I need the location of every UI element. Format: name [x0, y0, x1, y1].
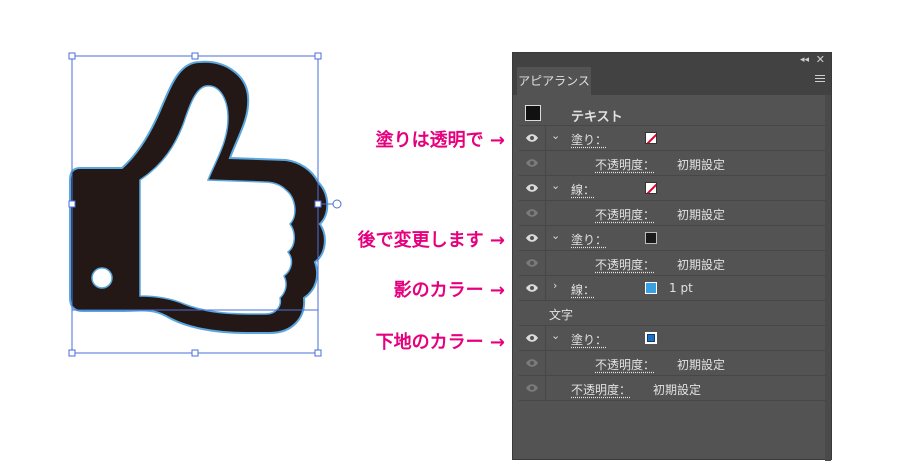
appearance-list: テキスト ⌄ 塗り： 不透明度： 初期設定 ⌄ 線： 不透明度： 初期設定 ⌄ … — [519, 101, 825, 401]
fill-swatch-none[interactable] — [645, 132, 657, 144]
opacity-value: 初期設定 — [677, 156, 725, 173]
selection-handle[interactable] — [69, 53, 75, 59]
eye-icon[interactable] — [526, 209, 538, 217]
fill-row-2[interactable]: ⌄ 塗り： — [519, 226, 825, 251]
opacity-label[interactable]: 不透明度： — [595, 206, 655, 223]
opacity-value: 初期設定 — [677, 206, 725, 223]
stroke-label[interactable]: 線： — [571, 281, 595, 298]
eye-icon[interactable] — [526, 359, 538, 367]
chevron-down-icon[interactable]: ⌄ — [551, 329, 560, 342]
eye-icon[interactable] — [526, 259, 538, 267]
close-icon[interactable]: ✕ — [816, 53, 825, 67]
selection-handle[interactable] — [69, 201, 75, 207]
eye-icon[interactable] — [526, 284, 538, 292]
opacity-value: 初期設定 — [677, 256, 725, 273]
fill-label[interactable]: 塗り： — [571, 331, 607, 348]
opacity-label[interactable]: 不透明度： — [595, 356, 655, 373]
characters-label: 文字 — [549, 306, 573, 323]
annotation-fill-transparent: 塗りは透明で → — [376, 126, 505, 152]
opacity-value: 初期設定 — [653, 381, 701, 398]
stroke-weight[interactable]: 1 pt — [669, 281, 693, 295]
annotation-change-later: 後で変更します → — [358, 226, 505, 252]
opacity-row[interactable]: 不透明度： 初期設定 — [519, 351, 825, 376]
opacity-label[interactable]: 不透明度： — [595, 156, 655, 173]
fill-swatch-blue[interactable] — [645, 332, 657, 344]
tab-appearance[interactable]: アピアランス — [517, 67, 591, 95]
selection-handle[interactable] — [69, 350, 75, 356]
fill-row-3[interactable]: ⌄ 塗り： — [519, 326, 825, 351]
stroke-swatch-none[interactable] — [645, 182, 657, 194]
stroke-label[interactable]: 線： — [571, 181, 595, 198]
hamburger-icon[interactable] — [815, 75, 825, 85]
selection-handle[interactable] — [192, 350, 198, 356]
object-row[interactable]: テキスト — [519, 101, 825, 126]
object-thumbnail — [525, 105, 541, 121]
opacity-label[interactable]: 不透明度： — [571, 381, 631, 398]
eye-icon[interactable] — [526, 234, 538, 242]
eye-icon[interactable] — [526, 134, 538, 142]
stroke-swatch-blue[interactable] — [645, 282, 657, 294]
stroke-row-1[interactable]: ⌄ 線： — [519, 176, 825, 201]
scrollbar[interactable] — [825, 95, 831, 461]
chevron-down-icon[interactable]: ⌄ — [551, 179, 560, 192]
fill-label[interactable]: 塗り： — [571, 131, 607, 148]
annotation-shadow-color: 影のカラー → — [394, 276, 505, 302]
object-opacity-row[interactable]: 不透明度： 初期設定 — [519, 376, 825, 401]
eye-icon[interactable] — [526, 184, 538, 192]
eye-icon[interactable] — [526, 334, 538, 342]
tab-bar: アピアランス — [513, 67, 831, 95]
selection-handle[interactable] — [192, 53, 198, 59]
double-chevron-icon[interactable]: ◂◂ — [800, 53, 809, 67]
eye-icon[interactable] — [526, 384, 538, 392]
panel-topbar: ◂◂ ✕ — [513, 53, 831, 67]
opacity-row[interactable]: 不透明度： 初期設定 — [519, 201, 825, 226]
stroke-row-2[interactable]: › 線： 1 pt — [519, 276, 825, 301]
opacity-row[interactable]: 不透明度： 初期設定 — [519, 151, 825, 176]
eye-icon[interactable] — [526, 159, 538, 167]
opacity-label[interactable]: 不透明度： — [595, 256, 655, 273]
fill-label[interactable]: 塗り： — [571, 231, 607, 248]
characters-row[interactable]: 文字 — [519, 301, 825, 326]
opacity-value: 初期設定 — [677, 356, 725, 373]
object-label: テキスト — [571, 106, 623, 125]
fill-swatch-black[interactable] — [645, 232, 657, 244]
chevron-right-icon[interactable]: › — [553, 279, 557, 292]
fill-row-1[interactable]: ⌄ 塗り： — [519, 126, 825, 151]
appearance-panel: ◂◂ ✕ アピアランス テキスト ⌄ 塗り： 不透明度： 初期設定 ⌄ 線： 不… — [512, 52, 832, 460]
annotation-base-color: 下地のカラー → — [376, 328, 505, 354]
annotations: 塗りは透明で → 後で変更します → 影のカラー → 下地のカラー → — [300, 0, 505, 460]
chevron-down-icon[interactable]: ⌄ — [551, 129, 560, 142]
chevron-down-icon[interactable]: ⌄ — [551, 229, 560, 242]
opacity-row[interactable]: 不透明度： 初期設定 — [519, 251, 825, 276]
